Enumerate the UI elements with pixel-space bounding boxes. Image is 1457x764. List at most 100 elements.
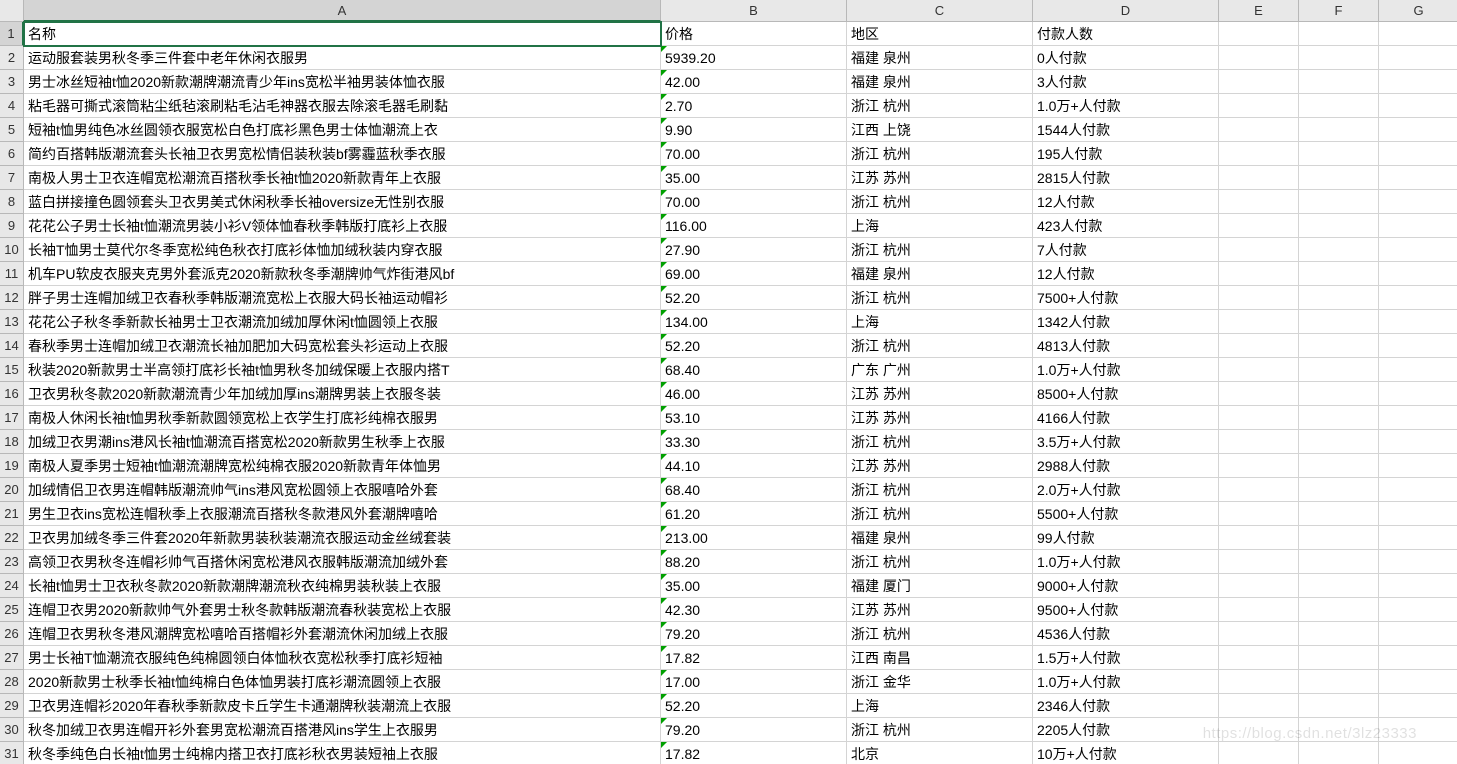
cell[interactable]: 3人付款 [1033, 70, 1219, 94]
cell[interactable] [1379, 382, 1457, 406]
cell[interactable]: 2346人付款 [1033, 694, 1219, 718]
cell[interactable]: 运动服套装男秋冬季三件套中老年休闲衣服男 [24, 46, 661, 70]
cell[interactable] [1379, 118, 1457, 142]
cell[interactable]: 9000+人付款 [1033, 574, 1219, 598]
cell[interactable]: 上海 [847, 310, 1033, 334]
cell[interactable]: 53.10 [661, 406, 847, 430]
cell[interactable] [1219, 70, 1299, 94]
column-header-a[interactable]: A [24, 0, 661, 22]
cell[interactable]: 男士长袖T恤潮流衣服纯色纯棉圆领白体恤秋衣宽松秋季打底衫短袖 [24, 646, 661, 670]
cell[interactable]: 195人付款 [1033, 142, 1219, 166]
cell[interactable] [1379, 430, 1457, 454]
cell[interactable] [1219, 262, 1299, 286]
row-header[interactable]: 10 [0, 238, 24, 262]
cell[interactable]: 70.00 [661, 142, 847, 166]
cell[interactable]: 南极人男士卫衣连帽宽松潮流百搭秋季长袖t恤2020新款青年上衣服 [24, 166, 661, 190]
cell[interactable]: 4536人付款 [1033, 622, 1219, 646]
row-header[interactable]: 8 [0, 190, 24, 214]
cell[interactable] [1219, 214, 1299, 238]
cell[interactable]: 南极人休闲长袖t恤男秋季新款圆领宽松上衣学生打底衫纯棉衣服男 [24, 406, 661, 430]
cell[interactable]: 名称 [24, 22, 661, 46]
cell[interactable] [1219, 118, 1299, 142]
row-header[interactable]: 23 [0, 550, 24, 574]
cell[interactable]: 春秋季男士连帽加绒卫衣潮流长袖加肥加大码宽松套头衫运动上衣服 [24, 334, 661, 358]
cell[interactable]: 福建 泉州 [847, 262, 1033, 286]
cell[interactable] [1379, 478, 1457, 502]
row-header[interactable]: 28 [0, 670, 24, 694]
cell[interactable]: 卫衣男秋冬款2020新款潮流青少年加绒加厚ins潮牌男装上衣服冬装 [24, 382, 661, 406]
row-header[interactable]: 6 [0, 142, 24, 166]
row-header[interactable]: 18 [0, 430, 24, 454]
cell[interactable] [1299, 238, 1379, 262]
cell[interactable]: 2.70 [661, 94, 847, 118]
cell[interactable]: 地区 [847, 22, 1033, 46]
cell[interactable]: 浙江 杭州 [847, 550, 1033, 574]
row-header[interactable]: 7 [0, 166, 24, 190]
cell[interactable] [1379, 718, 1457, 742]
cell[interactable]: 79.20 [661, 718, 847, 742]
cell[interactable]: 江苏 苏州 [847, 598, 1033, 622]
cell[interactable]: 连帽卫衣男2020新款帅气外套男士秋冬款韩版潮流春秋装宽松上衣服 [24, 598, 661, 622]
cell[interactable]: 99人付款 [1033, 526, 1219, 550]
cell[interactable]: 1.0万+人付款 [1033, 670, 1219, 694]
row-header[interactable]: 11 [0, 262, 24, 286]
cell[interactable]: 江苏 苏州 [847, 454, 1033, 478]
cell[interactable] [1379, 670, 1457, 694]
row-header[interactable]: 26 [0, 622, 24, 646]
cell[interactable] [1299, 118, 1379, 142]
cell[interactable]: 2205人付款 [1033, 718, 1219, 742]
cell[interactable] [1219, 406, 1299, 430]
cell[interactable] [1379, 142, 1457, 166]
cell[interactable] [1299, 310, 1379, 334]
cell[interactable] [1299, 358, 1379, 382]
cell[interactable] [1379, 598, 1457, 622]
cell[interactable] [1219, 22, 1299, 46]
cell[interactable]: 79.20 [661, 622, 847, 646]
row-header[interactable]: 20 [0, 478, 24, 502]
row-header[interactable]: 30 [0, 718, 24, 742]
cell[interactable]: 17.82 [661, 646, 847, 670]
cell[interactable] [1299, 214, 1379, 238]
cell[interactable]: 蓝白拼接撞色圆领套头卫衣男美式休闲秋季长袖oversize无性别衣服 [24, 190, 661, 214]
row-header[interactable]: 29 [0, 694, 24, 718]
cell[interactable]: 3.5万+人付款 [1033, 430, 1219, 454]
cell[interactable] [1299, 166, 1379, 190]
cell[interactable]: 长袖T恤男士莫代尔冬季宽松纯色秋衣打底衫体恤加绒秋装内穿衣服 [24, 238, 661, 262]
cell[interactable] [1299, 454, 1379, 478]
cell[interactable]: 10万+人付款 [1033, 742, 1219, 764]
cell[interactable] [1379, 70, 1457, 94]
cell[interactable] [1219, 718, 1299, 742]
cell[interactable]: 上海 [847, 694, 1033, 718]
cell[interactable]: 423人付款 [1033, 214, 1219, 238]
cell[interactable]: 浙江 金华 [847, 670, 1033, 694]
cell[interactable] [1219, 502, 1299, 526]
cell[interactable]: 卫衣男加绒冬季三件套2020年新款男装秋装潮流衣服运动金丝绒套装 [24, 526, 661, 550]
cell[interactable] [1219, 358, 1299, 382]
cell[interactable] [1379, 214, 1457, 238]
cell[interactable]: 简约百搭韩版潮流套头长袖卫衣男宽松情侣装秋装bf雾霾蓝秋季衣服 [24, 142, 661, 166]
row-header[interactable]: 5 [0, 118, 24, 142]
cell[interactable]: 秋冬季纯色白长袖t恤男士纯棉内搭卫衣打底衫秋衣男装短袖上衣服 [24, 742, 661, 764]
cell[interactable]: 江苏 苏州 [847, 406, 1033, 430]
cell[interactable]: 213.00 [661, 526, 847, 550]
row-header[interactable]: 2 [0, 46, 24, 70]
cell[interactable]: 33.30 [661, 430, 847, 454]
cell[interactable] [1379, 46, 1457, 70]
cell[interactable]: 116.00 [661, 214, 847, 238]
row-header[interactable]: 17 [0, 406, 24, 430]
cell[interactable] [1219, 550, 1299, 574]
cell[interactable] [1219, 190, 1299, 214]
cell[interactable]: 42.00 [661, 70, 847, 94]
cell[interactable] [1299, 94, 1379, 118]
cell[interactable] [1299, 22, 1379, 46]
column-header-b[interactable]: B [661, 0, 847, 22]
cell[interactable]: 4166人付款 [1033, 406, 1219, 430]
cell[interactable]: 浙江 杭州 [847, 502, 1033, 526]
cell[interactable]: 福建 泉州 [847, 70, 1033, 94]
cell[interactable] [1219, 454, 1299, 478]
cell[interactable]: 短袖t恤男纯色冰丝圆领衣服宽松白色打底衫黑色男士体恤潮流上衣 [24, 118, 661, 142]
cell[interactable] [1219, 94, 1299, 118]
cell[interactable] [1219, 166, 1299, 190]
cell[interactable] [1379, 574, 1457, 598]
cell[interactable]: 机车PU软皮衣服夹克男外套派克2020新款秋冬季潮牌帅气炸街港风bf [24, 262, 661, 286]
